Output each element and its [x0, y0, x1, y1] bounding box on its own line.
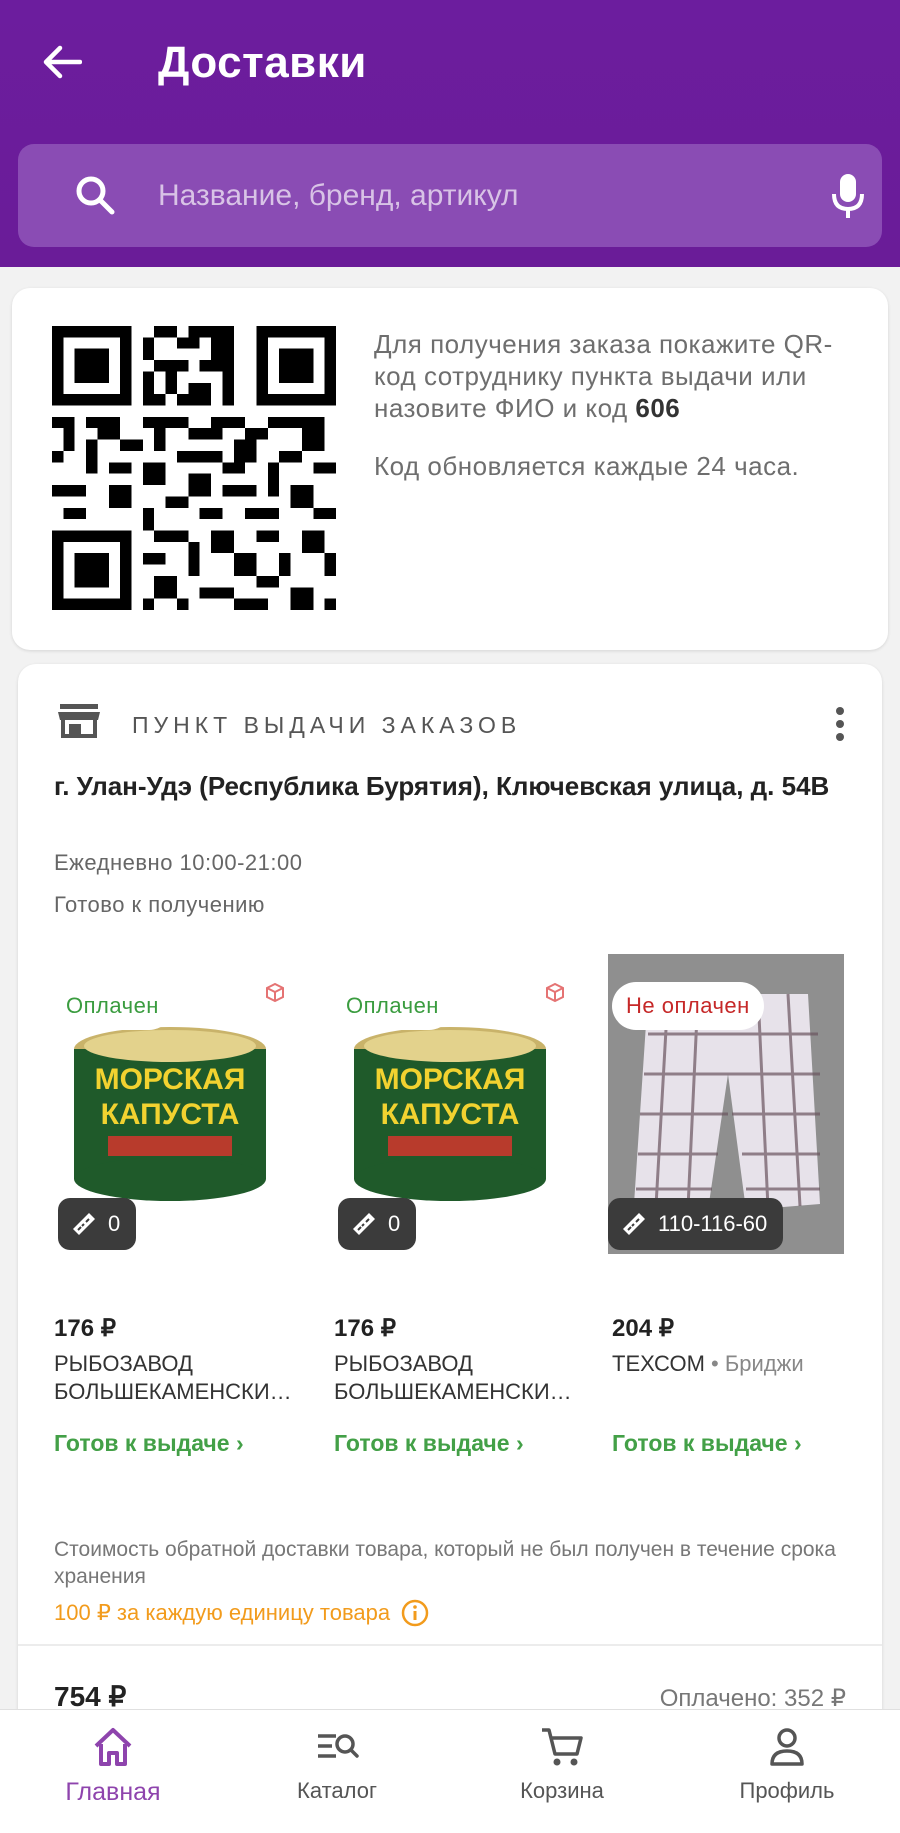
qr-code[interactable]	[52, 326, 336, 610]
package-return-icon	[546, 982, 564, 1003]
more-options-icon[interactable]	[828, 704, 852, 744]
ready-for-pickup-link[interactable]: Готов к выдаче ›	[612, 1430, 802, 1457]
page-title: Доставки	[158, 38, 367, 87]
size-chip: 0	[58, 1198, 137, 1250]
product-price: 176 ₽	[54, 1315, 116, 1342]
nav-label: Каталог	[297, 1778, 377, 1803]
ready-for-pickup-link[interactable]: Готов к выдаче ›	[54, 1430, 244, 1457]
product-brand: ТЕХСОМ • Бриджи	[612, 1351, 804, 1376]
back-button[interactable]	[36, 36, 88, 88]
svg-text:КАПУСТА: КАПУСТА	[381, 1098, 520, 1131]
package-return-icon	[266, 982, 284, 1003]
return-delivery-info: Стоимость обратной доставки товара, кото…	[54, 1538, 836, 1588]
bottom-navigation: Главная Каталог Корзина Профиль	[0, 1709, 900, 1833]
product-price: 204 ₽	[612, 1315, 674, 1342]
divider	[18, 1644, 882, 1646]
product-card[interactable]: МОРСКАЯ КАПУСТА Оплачен 0	[48, 954, 288, 1274]
svg-text:МОРСКАЯ: МОРСКАЯ	[375, 1063, 526, 1096]
qr-code-card: Для получения заказа покажите QR-код сот…	[12, 288, 888, 650]
nav-item-home[interactable]: Главная	[23, 1724, 203, 1824]
pickup-address: г. Улан-Удэ (Республика Бурятия), Ключев…	[54, 771, 830, 801]
size-value: 110-116-60	[658, 1211, 768, 1236]
info-icon[interactable]	[400, 1598, 430, 1628]
ruler-icon	[73, 1213, 95, 1235]
cart-icon	[542, 1728, 583, 1766]
profile-icon	[770, 1728, 804, 1766]
product-card[interactable]: МОРСКАЯ КАПУСТА Оплачен 0	[328, 954, 568, 1274]
catalog-search-icon	[318, 1734, 359, 1758]
size-chip: 0	[338, 1198, 417, 1250]
qr-instruction-text: Для получения заказа покажите QR-код сот…	[374, 329, 833, 423]
size-value: 0	[388, 1211, 401, 1236]
return-fee[interactable]: 100 ₽ за каждую единицу товара	[54, 1598, 430, 1628]
qr-instructions: Для получения заказа покажите QR-код сот…	[374, 328, 864, 482]
size-value: 0	[108, 1211, 121, 1236]
payment-status-badge: Не оплачен	[612, 982, 764, 1030]
ruler-icon	[623, 1213, 645, 1235]
arrow-left-icon	[43, 45, 82, 79]
working-hours: Ежедневно 10:00-21:00	[54, 850, 303, 875]
ruler-icon	[353, 1213, 375, 1235]
nav-item-profile[interactable]: Профиль	[697, 1724, 877, 1824]
store-icon	[58, 704, 100, 738]
pickup-code: 606	[635, 393, 681, 423]
nav-item-cart[interactable]: Корзина	[472, 1724, 652, 1824]
svg-text:КАПУСТА: КАПУСТА	[101, 1098, 240, 1131]
product-brand: РЫБОЗАВОД БОЛЬШЕКАМЕНСКИ…	[334, 1351, 572, 1404]
nav-item-catalog[interactable]: Каталог	[247, 1724, 427, 1824]
pickup-point-label: ПУНКТ ВЫДАЧИ ЗАКАЗОВ	[132, 712, 522, 738]
nav-label: Главная	[65, 1778, 161, 1806]
payment-status-badge: Оплачен	[332, 982, 453, 1030]
pickup-point-card: ПУНКТ ВЫДАЧИ ЗАКАЗОВ г. Улан-Удэ (Респуб…	[18, 664, 882, 1724]
nav-label: Профиль	[739, 1778, 835, 1803]
search-icon	[76, 176, 115, 215]
ready-for-pickup-link[interactable]: Готов к выдаче ›	[334, 1430, 524, 1457]
search-bar[interactable]	[18, 144, 882, 247]
return-fee-text: 100 ₽ за каждую единицу товара	[54, 1600, 391, 1625]
payment-status-badge: Оплачен	[52, 982, 173, 1030]
order-status: Готово к получению	[54, 892, 265, 917]
microphone-icon[interactable]	[830, 172, 866, 220]
size-chip: 110-116-60	[608, 1198, 784, 1250]
nav-label: Корзина	[520, 1778, 604, 1803]
product-price: 176 ₽	[334, 1315, 396, 1342]
product-brand: РЫБОЗАВОД БОЛЬШЕКАМЕНСКИ…	[54, 1351, 292, 1404]
svg-text:МОРСКАЯ: МОРСКАЯ	[95, 1063, 246, 1096]
product-card[interactable]: Не оплачен 110-116-60	[608, 954, 844, 1274]
qr-refresh-note: Код обновляется каждые 24 часа.	[374, 451, 800, 481]
app-header: Доставки	[0, 0, 900, 267]
search-input[interactable]	[158, 170, 798, 222]
home-icon	[94, 1728, 132, 1766]
